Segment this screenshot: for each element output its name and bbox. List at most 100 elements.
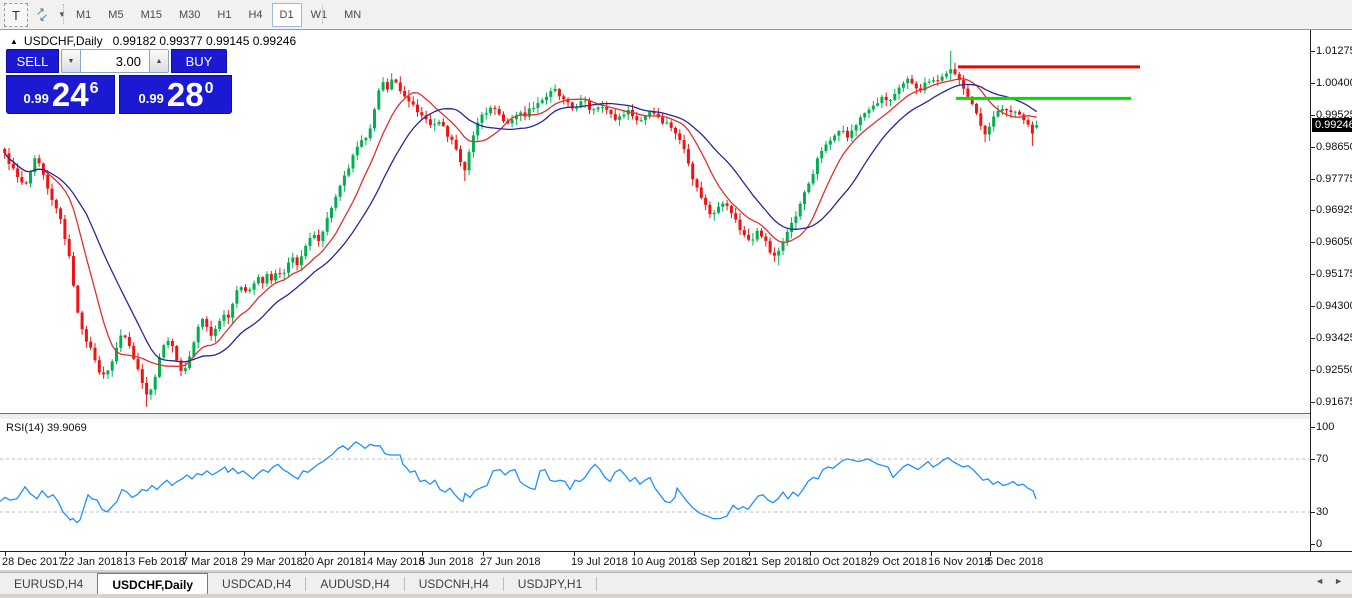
chart-window: RSI(14) 39.9069 1.01275 1.00400 0.99525 …: [0, 29, 1352, 571]
price-axis-tick: [1311, 274, 1315, 275]
date-axis-label: 10 Aug 2018: [631, 556, 693, 568]
chart-tab-eurusd[interactable]: EURUSD,H4: [0, 573, 97, 595]
timeframe-button-m5[interactable]: M5: [100, 3, 131, 27]
rsi-axis-label: 30: [1316, 506, 1328, 518]
status-strip: [0, 594, 1352, 598]
price-axis-tick: [1311, 179, 1315, 180]
chart-header: ▲ USDCHF,Daily 0.99182 0.99377 0.99145 0…: [10, 34, 296, 48]
text-tool-button[interactable]: T: [4, 3, 28, 27]
buy-price-pipette: 0: [205, 80, 214, 98]
price-axis-tick: [1311, 242, 1315, 243]
date-axis-label: 22 Jan 2018: [62, 556, 123, 568]
buy-price-quote[interactable]: 0.99280: [119, 75, 232, 114]
buy-button[interactable]: BUY: [171, 49, 227, 73]
price-axis-label: 1.01275: [1316, 45, 1352, 57]
price-axis-tick: [1311, 147, 1315, 148]
tab-scroll-buttons: ◄ ►: [1310, 574, 1348, 588]
date-axis-label: 7 Mar 2018: [182, 556, 238, 568]
tab-scroll-left-icon[interactable]: ◄: [1310, 574, 1329, 588]
buy-price-prefix: 0.99: [139, 91, 164, 106]
date-axis-label: 20 Apr 2018: [302, 556, 361, 568]
rsi-axis-tick: [1311, 512, 1315, 513]
price-axis-label: 0.98650: [1316, 141, 1352, 153]
timeframe-button-mn[interactable]: MN: [336, 3, 369, 27]
volume-increase-button[interactable]: ▲: [149, 49, 169, 73]
price-axis-label: 0.95175: [1316, 268, 1352, 280]
chart-tab-usdjpy[interactable]: USDJPY,H1: [504, 573, 596, 595]
arrange-windows-icon[interactable]: ↗↙: [30, 3, 56, 25]
volume-decrease-button[interactable]: ▼: [61, 49, 81, 73]
date-axis-label: 27 Jun 2018: [480, 556, 541, 568]
rsi-axis-tick: [1311, 427, 1315, 428]
price-axis-tick: [1311, 402, 1315, 403]
price-axis-tick: [1311, 338, 1315, 339]
rsi-axis-label: 0: [1316, 538, 1322, 550]
price-axis-tick: [1311, 210, 1315, 211]
date-axis-label: 16 Nov 2018: [928, 556, 990, 568]
date-axis-label: 29 Mar 2018: [241, 556, 303, 568]
date-axis-label: 29 Oct 2018: [867, 556, 927, 568]
volume-input[interactable]: 3.00: [81, 49, 149, 73]
chart-tab-bar: EURUSD,H4USDCHF,DailyUSDCAD,H4AUDUSD,H4U…: [0, 572, 1352, 595]
price-axis-tick: [1311, 83, 1315, 84]
rsi-indicator-label: RSI(14) 39.9069: [6, 422, 87, 434]
timeframe-button-m1[interactable]: M1: [68, 3, 99, 27]
price-axis-label: 0.92550: [1316, 364, 1352, 376]
rsi-axis-tick: [1311, 544, 1315, 545]
chart-tab-usdchf[interactable]: USDCHF,Daily: [97, 573, 208, 595]
date-axis[interactable]: 28 Dec 2017 22 Jan 2018 13 Feb 2018 7 Ma…: [0, 551, 1352, 572]
price-axis-label: 0.91675: [1316, 396, 1352, 408]
tab-separator: [596, 577, 597, 591]
price-axis-label: 0.94300: [1316, 300, 1352, 312]
sell-price-pipette: 6: [90, 80, 99, 98]
sell-button[interactable]: SELL: [6, 49, 59, 73]
date-axis-label: 5 Jun 2018: [419, 556, 473, 568]
chart-symbol-title: USDCHF,Daily: [24, 34, 103, 48]
date-axis-label: 19 Jul 2018: [571, 556, 628, 568]
date-axis-label: 14 May 2018: [361, 556, 425, 568]
timeframe-button-m15[interactable]: M15: [133, 3, 170, 27]
rsi-axis-label: 100: [1316, 421, 1334, 433]
rsi-axis-tick: [1311, 459, 1315, 460]
chart-tab-usdcnh[interactable]: USDCNH,H4: [405, 573, 503, 595]
timeframe-button-d1[interactable]: D1: [272, 3, 302, 27]
buy-price-big-digits: 28: [167, 80, 204, 110]
rsi-pane[interactable]: RSI(14) 39.9069: [0, 419, 1310, 551]
sell-price-quote[interactable]: 0.99246: [6, 75, 115, 114]
date-axis-label: 3 Sep 2018: [691, 556, 747, 568]
chart-ohlc-values: 0.99182 0.99377 0.99145 0.99246: [113, 34, 297, 48]
rsi-canvas: [0, 419, 1310, 551]
application-window: T ↗↙ ▼ M1M5M15M30H1H4D1W1MN RSI(14) 39.9…: [0, 0, 1352, 598]
toolbar: T ↗↙ ▼ M1M5M15M30H1H4D1W1MN: [0, 0, 1352, 30]
price-axis-tick: [1311, 115, 1315, 116]
date-axis-label: 5 Dec 2018: [987, 556, 1043, 568]
date-axis-label: 28 Dec 2017: [2, 556, 64, 568]
timeframe-button-h1[interactable]: H1: [209, 3, 239, 27]
sell-price-prefix: 0.99: [24, 91, 49, 106]
arrow-down-left-icon: ↙: [39, 11, 48, 24]
timeframe-button-w1[interactable]: W1: [303, 3, 336, 27]
date-axis-label: 10 Oct 2018: [807, 556, 867, 568]
rsi-axis-label: 70: [1316, 453, 1328, 465]
one-click-trading-panel: SELL ▼ 3.00 ▲ BUY 0.99246 0.99280: [6, 49, 232, 114]
chart-tab-usdcad[interactable]: USDCAD,H4: [208, 573, 305, 595]
date-axis-label: 13 Feb 2018: [123, 556, 185, 568]
ma-fast-line: [5, 79, 1037, 367]
timeframe-button-h4[interactable]: H4: [240, 3, 270, 27]
chart-tab-audusd[interactable]: AUDUSD,H4: [306, 573, 403, 595]
collapse-panel-icon[interactable]: ▲: [10, 37, 18, 46]
price-axis[interactable]: 1.01275 1.00400 0.99525 0.98650 0.97775 …: [1310, 30, 1352, 551]
price-axis-label: 0.96050: [1316, 236, 1352, 248]
price-axis-tick: [1311, 51, 1315, 52]
price-axis-label: 0.96925: [1316, 204, 1352, 216]
price-axis-label: 1.00400: [1316, 77, 1352, 89]
tab-scroll-right-icon[interactable]: ►: [1329, 574, 1348, 588]
price-axis-label: 0.97775: [1316, 173, 1352, 185]
price-axis-tick: [1311, 306, 1315, 307]
current-price-tag: 0.99246: [1312, 118, 1352, 132]
timeframe-button-m30[interactable]: M30: [171, 3, 208, 27]
rsi-line: [0, 442, 1036, 523]
sell-price-big-digits: 24: [52, 80, 89, 110]
timeframe-group: M1M5M15M30H1H4D1W1MN: [68, 3, 370, 27]
ma-slow-line: [5, 85, 1037, 362]
